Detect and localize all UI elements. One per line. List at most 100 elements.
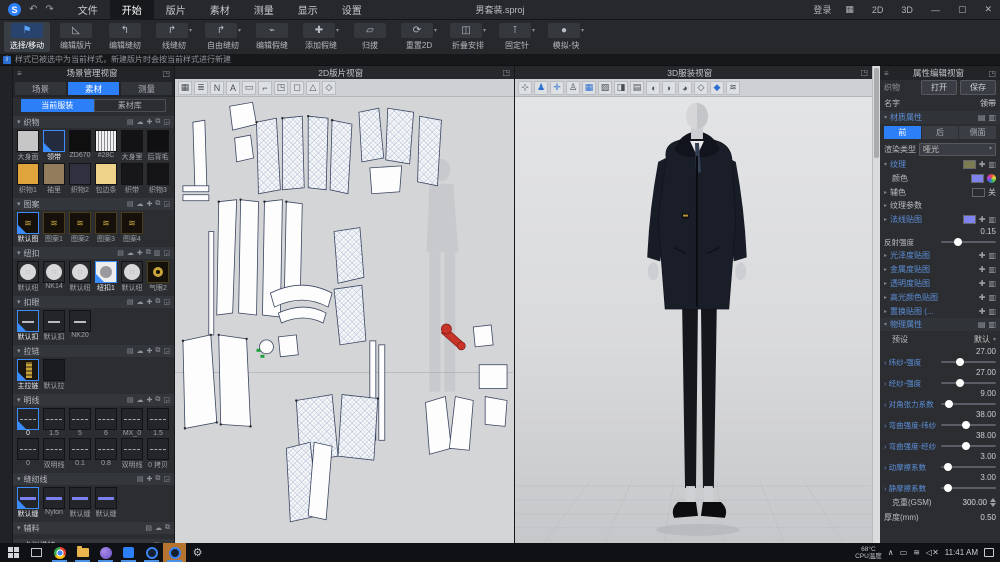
snap3d-icon[interactable]: ▦ bbox=[582, 81, 596, 95]
plus-icon[interactable]: ✚ bbox=[147, 118, 153, 126]
material-item[interactable]: 气眼2 bbox=[146, 261, 170, 293]
folder-icon[interactable]: ▤ bbox=[127, 200, 134, 208]
collapse-caret-icon[interactable]: ▾ bbox=[17, 475, 21, 483]
material-item[interactable]: ≋图案3 bbox=[94, 212, 118, 244]
add-map-icon[interactable]: ✚ bbox=[979, 307, 986, 316]
material-item[interactable]: 袖里 bbox=[42, 163, 66, 195]
material-item[interactable]: 领带 bbox=[42, 130, 66, 162]
material-item[interactable]: 0 bbox=[16, 438, 40, 470]
corner-icon[interactable]: ◲ bbox=[163, 475, 170, 483]
material-item[interactable]: 0 bbox=[16, 408, 40, 437]
material-item[interactable]: 双明线 bbox=[42, 438, 66, 470]
dropdown-caret-icon[interactable]: ▾ bbox=[581, 27, 584, 34]
map-row-label[interactable]: 透明度贴图 bbox=[890, 278, 930, 289]
material-item[interactable]: 1.5 bbox=[146, 408, 170, 437]
dropdown-caret-icon[interactable]: ▾ bbox=[189, 27, 192, 34]
collapse-caret-icon[interactable]: ▾ bbox=[17, 118, 21, 126]
material-item[interactable]: 织物2 bbox=[68, 163, 92, 195]
material-item[interactable]: 0.1 bbox=[68, 438, 92, 470]
dropdown-caret-icon[interactable]: ▾ bbox=[336, 27, 339, 34]
name-value[interactable]: 领带 bbox=[980, 98, 996, 109]
toggle-3d-button[interactable]: 3D bbox=[897, 5, 917, 15]
copy-icon[interactable]: ⧉ bbox=[155, 396, 160, 404]
subcolor-label[interactable]: 辅色 bbox=[890, 187, 906, 198]
physics-folder-icon[interactable]: ▤ bbox=[978, 320, 986, 329]
material-item[interactable]: 织物3 bbox=[146, 163, 170, 195]
physics-slider-row[interactable]: 27.00› 纬纱-强度 bbox=[880, 347, 1000, 368]
delete-map-icon[interactable]: ▥ bbox=[988, 307, 996, 316]
task-view-button[interactable] bbox=[25, 543, 48, 562]
folder-icon[interactable]: ▤ bbox=[978, 113, 986, 122]
physics-slider-row[interactable]: 9.00› 对角张力系数 bbox=[880, 389, 1000, 410]
normal-map-swatch[interactable] bbox=[963, 215, 976, 224]
trash-icon[interactable]: ▥ bbox=[154, 249, 161, 257]
network-icon[interactable]: ≋ bbox=[913, 548, 920, 557]
select3d-icon[interactable]: ◇ bbox=[694, 81, 708, 95]
section-header-明线[interactable]: ▾明线▤☁✚⧉◲ bbox=[13, 394, 174, 406]
physics-slider-row[interactable]: 3.00› 静摩擦系数 bbox=[880, 473, 1000, 494]
gizmo-icon[interactable]: ♙ bbox=[566, 81, 580, 95]
cloud-icon[interactable]: ☁ bbox=[137, 200, 144, 208]
render-type-select[interactable]: 哑光▾ bbox=[919, 143, 996, 156]
redo-button[interactable]: ↷ bbox=[41, 4, 57, 15]
layers-icon[interactable]: ≣ bbox=[194, 81, 208, 95]
material-item[interactable]: Nylon bbox=[42, 487, 66, 519]
layout-icon[interactable]: ▦ bbox=[841, 4, 858, 15]
dropdown-caret-icon[interactable]: ▾ bbox=[238, 27, 241, 34]
section-header-拉链[interactable]: ▾拉链▤☁✚⧉◲ bbox=[13, 345, 174, 357]
map-row-label[interactable]: 金属度贴图 bbox=[890, 264, 930, 275]
slider-track[interactable] bbox=[941, 403, 996, 405]
slider-knob[interactable] bbox=[945, 400, 953, 408]
garment-canvas[interactable] bbox=[515, 97, 872, 543]
copy-icon[interactable]: ⧉ bbox=[155, 200, 160, 208]
material-item[interactable]: 大身面 bbox=[16, 130, 40, 162]
gsm-value[interactable]: 300.00 bbox=[963, 498, 987, 507]
subcolor-toggle[interactable]: 关 bbox=[988, 187, 996, 198]
view3d-popout-icon[interactable]: ◳ bbox=[860, 68, 868, 77]
material-item[interactable]: 默认缝 bbox=[68, 487, 92, 519]
material-item[interactable]: ≋图案2 bbox=[68, 212, 92, 244]
material-item[interactable]: 织带 bbox=[120, 163, 144, 195]
lasso-icon[interactable]: ◇ bbox=[322, 81, 336, 95]
map-row-label[interactable]: 光泽度贴图 bbox=[890, 250, 930, 261]
mesh-icon[interactable]: ▤ bbox=[630, 81, 644, 95]
pins-icon[interactable]: ✛ bbox=[550, 81, 564, 95]
text-a-icon[interactable]: A bbox=[226, 81, 240, 95]
slider-knob[interactable] bbox=[944, 463, 952, 471]
minimize-button[interactable]: — bbox=[927, 5, 944, 15]
wind-icon[interactable]: ≋ bbox=[726, 81, 740, 95]
garment-b-icon[interactable]: ◗ bbox=[662, 81, 676, 95]
pin3d-icon[interactable]: ◆ bbox=[710, 81, 724, 95]
normal-map-label[interactable]: 法线贴图 bbox=[890, 214, 922, 225]
collapse-caret-icon[interactable]: ▾ bbox=[17, 524, 21, 532]
toggle-2d-button[interactable]: 2D bbox=[868, 5, 888, 15]
slider-knob[interactable] bbox=[956, 358, 964, 366]
material-item[interactable]: 双明线 bbox=[120, 438, 144, 470]
texture-view-icon[interactable]: ◨ bbox=[614, 81, 628, 95]
corner-icon[interactable]: ◲ bbox=[163, 200, 170, 208]
folder-icon[interactable]: ▤ bbox=[127, 298, 134, 306]
ribbon-reset-2d-button[interactable]: ⟳▾重置2D bbox=[396, 22, 442, 52]
reflect-slider[interactable]: 0.15 反射强度 bbox=[880, 227, 1000, 248]
garment-a-icon[interactable]: ◖ bbox=[646, 81, 660, 95]
delete-map-icon[interactable]: ▥ bbox=[988, 265, 996, 274]
slider-knob[interactable] bbox=[962, 421, 970, 429]
thickness-value[interactable]: 0.50 bbox=[980, 513, 996, 522]
preset-select[interactable]: 默认 bbox=[974, 334, 990, 345]
cloud-icon[interactable]: ☁ bbox=[137, 347, 144, 355]
copy-icon[interactable]: ⧉ bbox=[155, 298, 160, 306]
subtab-素材库[interactable]: 素材库 bbox=[94, 99, 167, 112]
slider-knob[interactable] bbox=[956, 379, 964, 387]
material-item[interactable]: 0 拷贝 bbox=[146, 438, 170, 470]
notification-icon[interactable] bbox=[984, 548, 994, 557]
copy-icon[interactable]: ⧉ bbox=[155, 347, 160, 355]
material-item[interactable]: ≋默认图 bbox=[16, 212, 40, 244]
corner-icon[interactable]: ◲ bbox=[163, 249, 170, 257]
slider-track[interactable] bbox=[941, 361, 996, 363]
plus-icon[interactable]: ✚ bbox=[147, 475, 153, 483]
material-item[interactable]: 默认缝 bbox=[94, 487, 118, 519]
delete-map-icon[interactable]: ▥ bbox=[988, 279, 996, 288]
folder-icon[interactable]: ▤ bbox=[127, 396, 134, 404]
pattern-canvas[interactable] bbox=[175, 97, 514, 543]
ribbon-select-move-button[interactable]: ⚑选择/移动 bbox=[4, 22, 50, 52]
